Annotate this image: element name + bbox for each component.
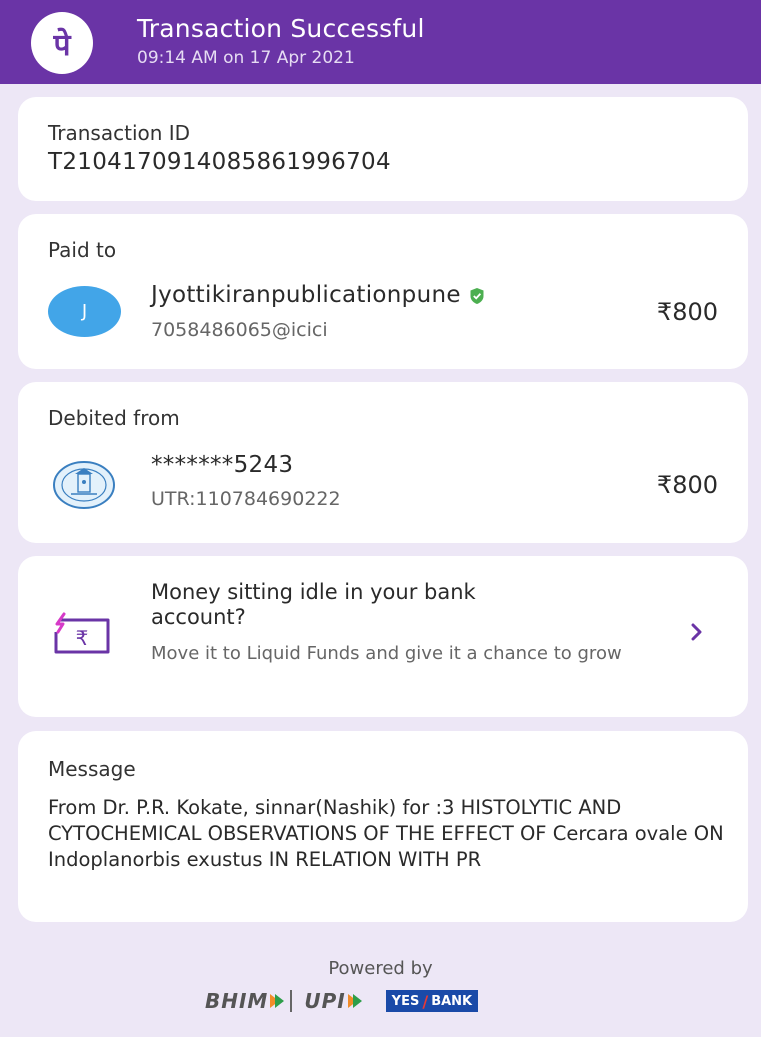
yes-text: YES (391, 993, 420, 1009)
debited-account-number: *******5243 (151, 452, 294, 478)
transaction-id-label: Transaction ID (48, 121, 191, 145)
transaction-id-card[interactable]: Transaction ID T2104170914085861996704 (18, 97, 748, 201)
avatar-letter: J (81, 301, 88, 322)
payee-upi-id: 7058486065@icici (151, 319, 328, 341)
verified-shield-icon (470, 287, 484, 304)
paid-amount: ₹800 (656, 298, 718, 326)
liquid-funds-promo-card[interactable]: ₹ Money sitting idle in your bank accoun… (18, 556, 748, 717)
payee-avatar: J (48, 286, 121, 337)
chevron-right-icon[interactable] (690, 622, 704, 642)
upi-logo: UPI (304, 989, 346, 1013)
liquid-funds-icon: ₹ (54, 612, 110, 654)
promo-title: Money sitting idle in your bank account? (151, 580, 476, 629)
upi-arrow-green-icon (352, 994, 362, 1008)
header-timestamp: 09:14 AM on 17 Apr 2021 (137, 48, 355, 68)
transaction-id-value: T2104170914085861996704 (48, 149, 391, 175)
promo-subtitle: Move it to Liquid Funds and give it a ch… (151, 643, 622, 664)
bhim-logo: BHIM (205, 989, 269, 1013)
paid-to-card[interactable]: Paid to J Jyottikiranpublicationpune 705… (18, 214, 748, 369)
payee-name: Jyottikiranpublicationpune (151, 282, 461, 308)
logo-divider (290, 990, 293, 1012)
utr-number: UTR:110784690222 (151, 488, 341, 510)
debited-from-card[interactable]: Debited from *******5243 UTR:11078469022… (18, 382, 748, 543)
debited-from-label: Debited from (48, 406, 180, 430)
yes-bank-slash-icon: / (422, 991, 429, 1011)
bank-logo-icon (53, 461, 115, 509)
header-bar: पे Transaction Successful 09:14 AM on 17… (0, 0, 761, 84)
powered-by-label: Powered by (328, 958, 433, 979)
bank-text: BANK (431, 993, 473, 1009)
svg-text:₹: ₹ (76, 626, 89, 650)
yes-bank-logo: YES / BANK (385, 990, 479, 1012)
logo-glyph: पे (53, 27, 71, 63)
message-card: Message From Dr. P.R. Kokate, sinnar(Nas… (18, 731, 748, 922)
paid-to-label: Paid to (48, 238, 117, 262)
payee-name-row: Jyottikiranpublicationpune (151, 282, 485, 308)
message-label: Message (48, 757, 136, 781)
debited-amount: ₹800 (656, 471, 718, 499)
header-title: Transaction Successful (137, 14, 425, 43)
partner-logos: BHIM UPI YES / BANK (205, 986, 479, 1016)
message-text: From Dr. P.R. Kokate, sinnar(Nashik) for… (48, 796, 724, 871)
phonepe-logo-icon: पे (31, 12, 93, 74)
bhim-arrow-green-icon (275, 994, 285, 1008)
